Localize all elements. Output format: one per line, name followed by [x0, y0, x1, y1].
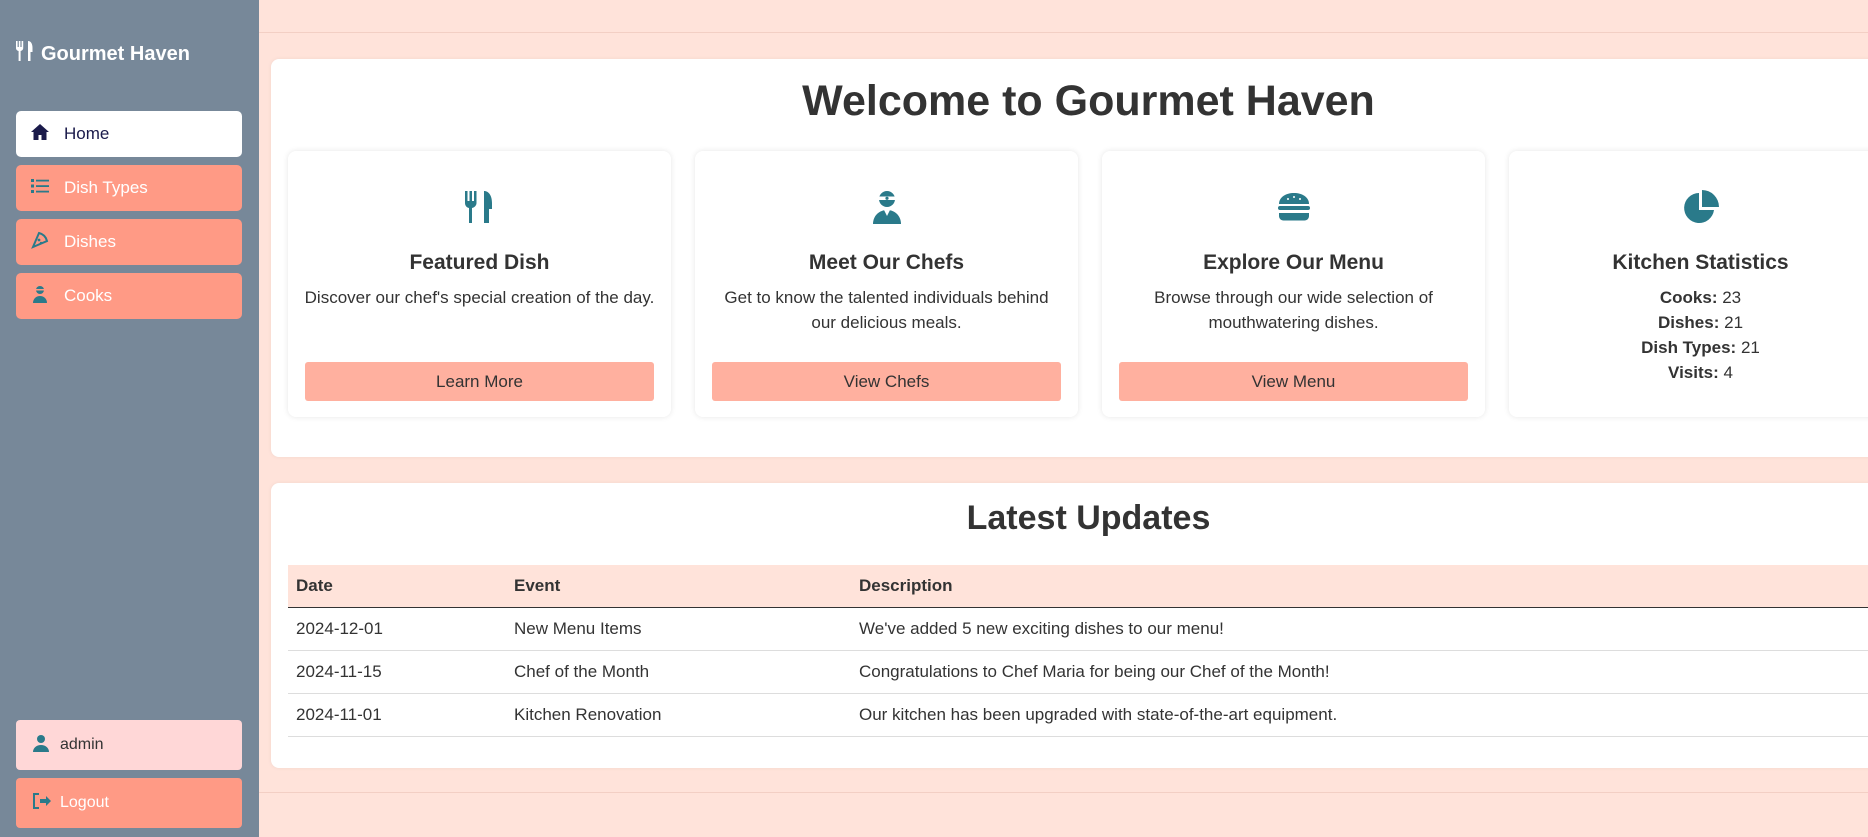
cell-description: We've added 5 new exciting dishes to our…: [851, 607, 1868, 651]
sidebar-item-home[interactable]: Home: [16, 111, 242, 157]
kitchen-statistics-card: Kitchen Statistics Cooks: 23 Dishes: 21 …: [1509, 151, 1868, 417]
brand[interactable]: Gourmet Haven: [15, 40, 190, 68]
chef-icon: [30, 284, 50, 309]
sidebar-item-dishes[interactable]: Dishes: [16, 219, 242, 265]
card-title: Explore Our Menu: [1203, 251, 1384, 274]
top-bar: [259, 0, 1868, 33]
card-text: Get to know the talented individuals beh…: [724, 288, 1049, 332]
featured-dish-card: Featured Dish Discover our chef's specia…: [288, 151, 671, 417]
cell-event: Chef of the Month: [506, 650, 851, 694]
table-header-row: Date Event Description: [288, 565, 1868, 608]
stat-cooks: Cooks: 23: [1659, 288, 1742, 307]
updates-panel: Latest Updates Date Event Description 20…: [271, 483, 1868, 768]
table-row: 2024-11-01 Kitchen Renovation Our kitche…: [288, 693, 1868, 737]
stat-dish-types: Dish Types: 21: [1641, 338, 1760, 357]
list-icon: [30, 176, 50, 201]
logout-icon: [32, 792, 52, 815]
column-header-event: Event: [506, 565, 851, 608]
card-title: Featured Dish: [409, 251, 550, 274]
table-row: 2024-12-01 New Menu Items We've added 5 …: [288, 607, 1868, 651]
cell-event: Kitchen Renovation: [506, 693, 851, 737]
username: admin: [60, 736, 104, 753]
cell-date: 2024-11-15: [288, 650, 506, 694]
cell-event: New Menu Items: [506, 607, 851, 651]
sidebar-item-label: Cooks: [64, 286, 113, 305]
pizza-icon: [30, 230, 50, 255]
utensils-icon: [288, 189, 671, 225]
brand-name: Gourmet Haven: [41, 42, 190, 65]
home-icon: [30, 122, 50, 147]
view-menu-button[interactable]: View Menu: [1119, 362, 1468, 401]
logout-button[interactable]: Logout: [16, 778, 242, 828]
view-chefs-button[interactable]: View Chefs: [712, 362, 1061, 401]
learn-more-button[interactable]: Learn More: [305, 362, 654, 401]
page-title: Welcome to Gourmet Haven: [802, 77, 1375, 125]
pie-chart-icon: [1509, 189, 1868, 225]
updates-table: Date Event Description 2024-12-01 New Me…: [288, 565, 1868, 737]
sidebar-item-label: Home: [64, 124, 110, 143]
sidebar-item-label: Dish Types: [64, 178, 148, 197]
card-title: Meet Our Chefs: [808, 251, 965, 274]
sidebar-item-label: Dishes: [64, 232, 116, 251]
sidebar-item-cooks[interactable]: Cooks: [16, 273, 242, 319]
menu-card: Explore Our Menu Browse through our wide…: [1102, 151, 1485, 417]
welcome-panel: Welcome to Gourmet Haven Featured Dish D…: [271, 59, 1868, 457]
cell-date: 2024-11-01: [288, 693, 506, 737]
sidebar-item-dish-types[interactable]: Dish Types: [16, 165, 242, 211]
section-title: Latest Updates: [966, 499, 1211, 537]
chef-icon: [695, 189, 1078, 225]
user-icon: [32, 734, 50, 757]
logout-label: Logout: [60, 794, 109, 811]
burger-icon: [1102, 189, 1485, 225]
stat-dishes: Dishes: 21: [1657, 313, 1744, 332]
stats-list: Cooks: 23 Dishes: 21 Dish Types: 21 Visi…: [1509, 285, 1868, 385]
card-text: Browse through our wide selection of mou…: [1154, 288, 1433, 332]
table-row: 2024-11-15 Chef of the Month Congratulat…: [288, 650, 1868, 694]
utensils-icon: [15, 40, 35, 68]
cell-date: 2024-12-01: [288, 607, 506, 651]
card-text: Discover our chef's special creation of …: [304, 288, 655, 307]
card-title: Kitchen Statistics: [1612, 251, 1789, 274]
sidebar: Gourmet Haven Home Dish Types Dishes Coo…: [0, 0, 259, 837]
cell-description: Our kitchen has been upgraded with state…: [851, 693, 1868, 737]
cell-description: Congratulations to Chef Maria for being …: [851, 650, 1868, 694]
user-box[interactable]: admin: [16, 720, 242, 770]
divider: [259, 792, 1868, 793]
column-header-date: Date: [288, 565, 506, 608]
chefs-card: Meet Our Chefs Get to know the talented …: [695, 151, 1078, 417]
column-header-description: Description: [851, 565, 1868, 608]
stat-visits: Visits: 4: [1668, 363, 1733, 382]
